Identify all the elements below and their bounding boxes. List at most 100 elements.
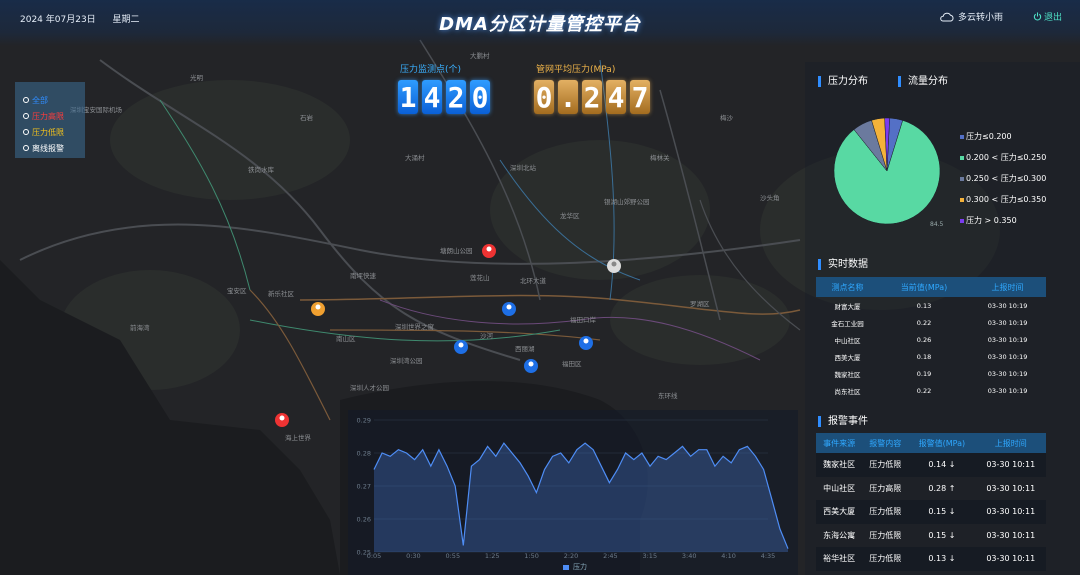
map-place-label: 梅林关 (650, 153, 670, 162)
map-place-label: 西丽湖 (515, 344, 535, 353)
tab-flow-distribution[interactable]: 流量分布 (898, 76, 948, 87)
content-cell: 压力高限 (869, 483, 902, 493)
x-tick-label: 4:10 (721, 552, 736, 560)
map-marker-normal[interactable] (524, 359, 538, 373)
monitor-count-label: 压力监测点(个) (400, 65, 462, 75)
avg-pressure-label: 管网平均压力(MPa) (536, 65, 616, 75)
point-name-cell: 西美大厦 (834, 353, 861, 362)
legend-item-all[interactable]: 全部 (23, 92, 85, 108)
legend-label: 压力低限 (32, 127, 64, 137)
map-place-label: 福田口岸 (570, 315, 597, 324)
x-tick-label: 2:20 (564, 552, 579, 560)
time-cell: 03-30 10:19 (987, 335, 1028, 344)
time-cell: 03-30 10:11 (975, 500, 1046, 524)
map-place-label: 深圳湾公园 (390, 356, 423, 365)
map-marker-high-pressure[interactable] (275, 413, 289, 427)
digit: 2 (582, 80, 602, 114)
point-name-cell: 魏家社区 (834, 370, 861, 379)
legend-swatch (960, 197, 964, 202)
map-place-label: 光明 (190, 73, 204, 82)
value-cell: 0.26 (916, 335, 932, 344)
map-place-label: 南坪快速 (350, 271, 377, 280)
table-row[interactable]: 东海公寓 压力低限 0.15 ↓ 03-30 10:11 (816, 524, 1046, 548)
map-place-label: 福田区 (562, 359, 582, 368)
table-row[interactable]: 中山社区 压力高限 0.28 ↑ 03-30 10:11 (816, 477, 1046, 501)
map-marker-offline[interactable] (607, 259, 621, 273)
radio-icon (23, 129, 29, 135)
point-name-cell: 尚东社区 (834, 387, 861, 396)
pie-legend-item[interactable]: 压力 > 0.350 (960, 210, 1046, 231)
alarm-value-cell: 0.14 ↓ (908, 453, 976, 477)
legend-swatch (960, 134, 964, 139)
map-place-label: 大鹏村 (470, 51, 490, 60)
chart-legend-swatch (563, 565, 569, 570)
pie-legend-item[interactable]: 0.300 < 压力≤0.350 (960, 189, 1046, 210)
x-tick-label: 0:30 (406, 552, 421, 560)
map-marker-normal[interactable] (454, 340, 468, 354)
digit: 4 (422, 80, 442, 114)
source-cell: 西美大厦 (816, 500, 863, 524)
map-place-label: 罗湖区 (690, 299, 710, 308)
y-tick-label: 0.29 (357, 417, 371, 425)
map-place-label: 大涌村 (405, 153, 425, 162)
realtime-data-title: 实时数据 (818, 259, 868, 270)
table-header-row: 测点名称 当前值(MPa) 上报时间 (816, 277, 1046, 297)
table-row[interactable]: 财富大厦 0.13 03-30 10:19 (816, 297, 1046, 314)
radio-icon (23, 97, 29, 103)
radio-icon (23, 113, 29, 119)
digit: 1 (398, 80, 418, 114)
legend-item-offline[interactable]: 离线报警 (23, 140, 85, 156)
digit: 0 (470, 80, 490, 114)
table-row[interactable]: 魏家社区 0.19 03-30 10:19 (816, 365, 1046, 382)
map-place-label: 银湖山郊野公园 (604, 197, 650, 206)
table-row[interactable]: 魏家社区 压力低限 0.14 ↓ 03-30 10:11 (816, 453, 1046, 477)
map-marker-low-pressure[interactable] (311, 302, 325, 316)
realtime-table: 测点名称 当前值(MPa) 上报时间 财富大厦 0.13 03-30 10:19 金石… (816, 277, 1046, 399)
table-row[interactable]: 西美大厦 0.18 03-30 10:19 (816, 348, 1046, 365)
map-marker-normal[interactable] (502, 302, 516, 316)
tab-pressure-distribution[interactable]: 压力分布 (818, 76, 868, 87)
exit-label: 退出 (1044, 13, 1063, 23)
table-row[interactable]: 裕华社区 压力低限 0.13 ↓ 03-30 10:11 (816, 547, 1046, 571)
map-place-label: 沙头角 (760, 193, 780, 202)
table-row[interactable]: 尚东社区 0.22 03-30 10:19 (816, 382, 1046, 399)
point-name-cell: 中山社区 (834, 336, 861, 345)
content-cell: 压力低限 (862, 453, 909, 477)
map-place-label: 南山区 (336, 334, 356, 343)
map-place-label: 前海湾 (130, 323, 150, 332)
map-marker-normal[interactable] (579, 336, 593, 350)
map-place-label: 石岩 (300, 113, 314, 122)
x-tick-label: 3:40 (682, 552, 697, 560)
digit: 0 (534, 80, 554, 114)
pie-legend: 压力≤0.200 0.200 < 压力≤0.250 0.250 < 压力≤0.300… (960, 126, 1046, 231)
value-cell: 0.18 (916, 352, 932, 361)
pie-legend-item[interactable]: 压力≤0.200 (960, 126, 1046, 147)
table-row[interactable]: 金石工业园 0.22 03-30 10:19 (816, 314, 1046, 331)
y-tick-label: 0.28 (357, 450, 371, 458)
value-cell: 0.13 (916, 301, 932, 310)
legend-item-high-pressure[interactable]: 压力高限 (23, 108, 85, 124)
legend-item-low-pressure[interactable]: 压力低限 (23, 124, 85, 140)
chart-legend-label: 压力 (573, 563, 587, 571)
legend-swatch (960, 218, 964, 223)
map-place-label: 铁岗水库 (248, 165, 275, 174)
pie-legend-item[interactable]: 0.200 < 压力≤0.250 (960, 147, 1046, 168)
map-marker-high-pressure[interactable] (482, 244, 496, 258)
digit: 2 (446, 80, 466, 114)
value-cell: 0.19 (916, 369, 932, 378)
radio-icon (23, 145, 29, 151)
alarm-value-cell: 0.28 ↑ (928, 483, 956, 493)
legend-swatch (960, 176, 964, 181)
time-cell: 03-30 10:11 (986, 483, 1036, 493)
value-cell: 0.22 (916, 318, 932, 327)
digit: . (558, 80, 578, 114)
alarm-value-cell: 0.13 ↓ (908, 547, 976, 571)
map-place-label: 莲花山 (470, 273, 490, 282)
time-cell: 03-30 10:11 (975, 547, 1046, 571)
table-row[interactable]: 中山社区 0.26 03-30 10:19 (816, 331, 1046, 348)
digit: 4 (606, 80, 626, 114)
exit-button[interactable]: 退出 (1033, 10, 1062, 23)
pie-legend-item[interactable]: 0.250 < 压力≤0.300 (960, 168, 1046, 189)
table-row[interactable]: 西美大厦 压力低限 0.15 ↓ 03-30 10:11 (816, 500, 1046, 524)
pressure-trend-chart: 0.250.260.270.280.290:05 0:30 0:55 1:25 1:50… (357, 417, 789, 560)
